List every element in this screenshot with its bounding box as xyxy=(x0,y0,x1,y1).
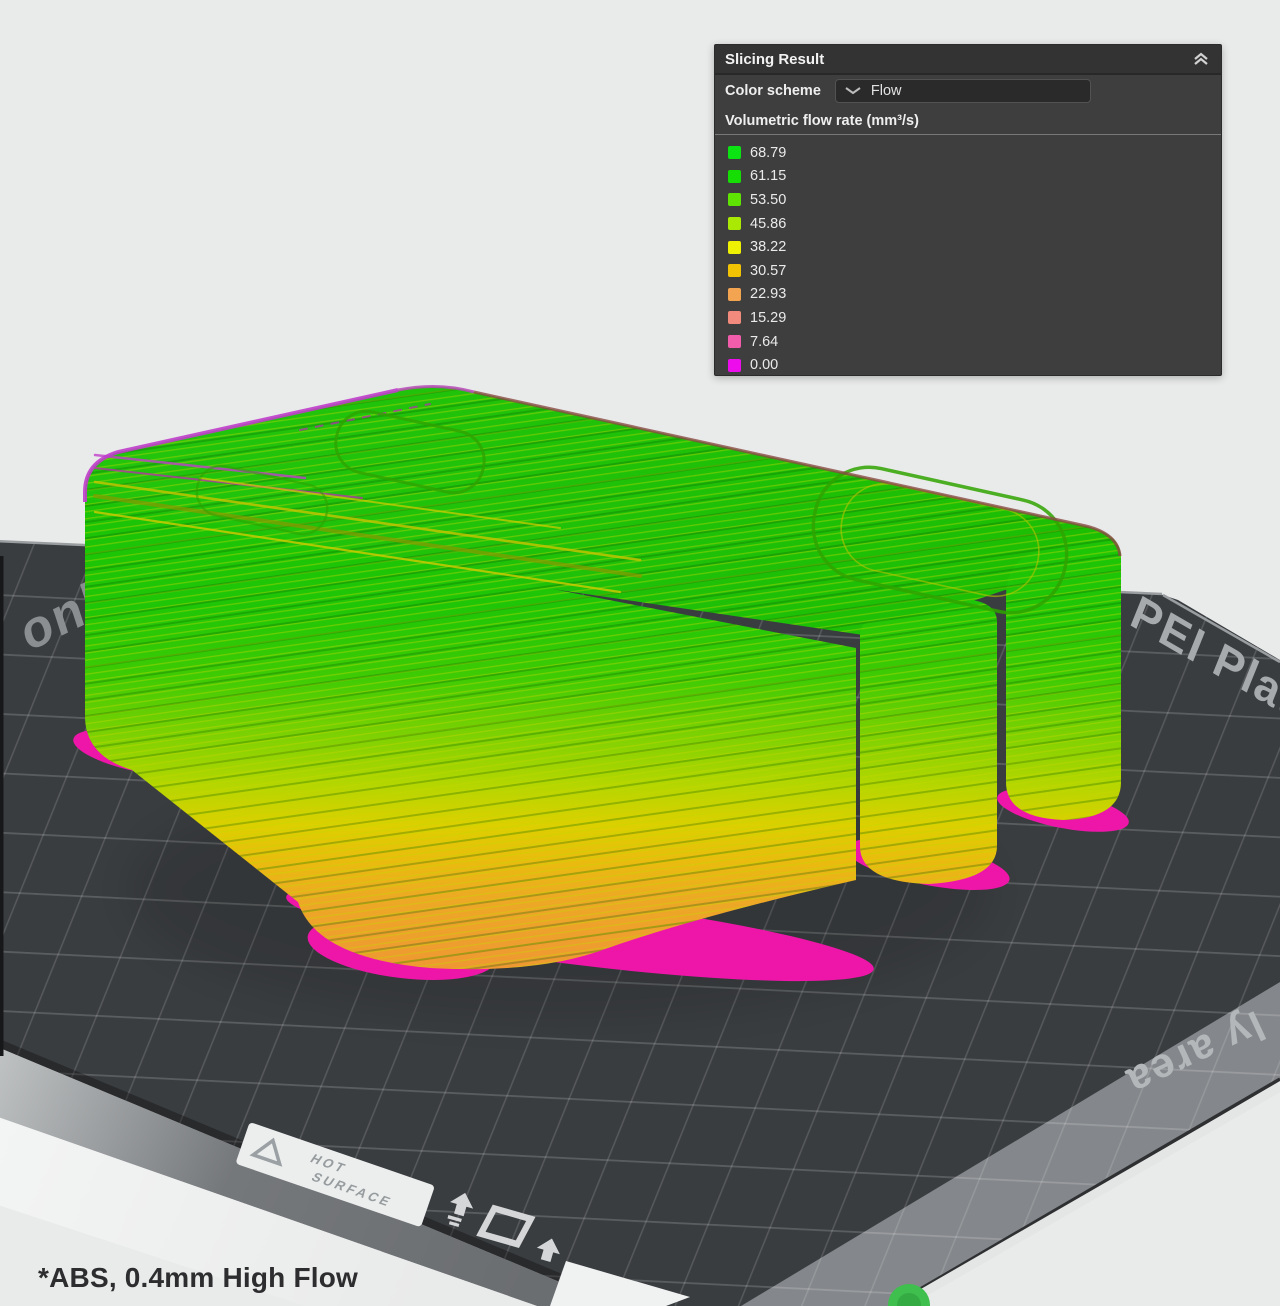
panel-title: Slicing Result xyxy=(725,51,824,68)
color-scheme-label: Color scheme xyxy=(725,83,821,99)
panel-header: Slicing Result xyxy=(715,45,1221,75)
legend-swatch xyxy=(728,193,741,206)
legend-swatch xyxy=(728,241,741,254)
legend-swatch xyxy=(728,335,741,348)
slicing-result-panel: Slicing Result Color scheme Flow Volumet… xyxy=(714,44,1222,376)
chevron-down-icon xyxy=(845,86,861,96)
legend-row: 22.93 xyxy=(728,283,1221,307)
left-edge-sliver xyxy=(0,556,4,1056)
chevrons-up-icon xyxy=(1192,51,1210,67)
legend-list: 68.79 61.15 53.50 45.86 38.22 30.57 22.93 15.29… xyxy=(715,135,1221,377)
legend-value: 38.22 xyxy=(750,239,786,255)
legend-value: 45.86 xyxy=(750,216,786,232)
color-scheme-row: Color scheme Flow xyxy=(715,75,1221,107)
legend-row: 45.86 xyxy=(728,212,1221,236)
legend-swatch xyxy=(728,217,741,230)
legend-value: 22.93 xyxy=(750,286,786,302)
legend-value: 30.57 xyxy=(750,263,786,279)
material-caption: *ABS, 0.4mm High Flow xyxy=(38,1262,358,1294)
legend-row: 61.15 xyxy=(728,165,1221,189)
legend-row: 15.29 xyxy=(728,306,1221,330)
legend-row: 38.22 xyxy=(728,235,1221,259)
legend-swatch xyxy=(728,288,741,301)
collapse-panel-button[interactable] xyxy=(1191,50,1211,68)
color-scheme-value: Flow xyxy=(871,83,902,99)
legend-value: 61.15 xyxy=(750,168,786,184)
legend-swatch xyxy=(728,311,741,324)
legend-value: 7.64 xyxy=(750,334,778,350)
legend-swatch xyxy=(728,264,741,277)
legend-value: 68.79 xyxy=(750,145,786,161)
legend-row: 0.00 xyxy=(728,353,1221,377)
legend-row: 53.50 xyxy=(728,188,1221,212)
legend-swatch xyxy=(728,146,741,159)
legend-swatch xyxy=(728,359,741,372)
legend-value: 15.29 xyxy=(750,310,786,326)
legend-row: 30.57 xyxy=(728,259,1221,283)
legend-value: 53.50 xyxy=(750,192,786,208)
legend-row: 68.79 xyxy=(728,141,1221,165)
color-scheme-dropdown[interactable]: Flow xyxy=(835,79,1091,103)
legend-value: 0.00 xyxy=(750,357,778,373)
legend-title: Volumetric flow rate (mm³/s) xyxy=(715,107,1221,135)
legend-swatch xyxy=(728,170,741,183)
legend-row: 7.64 xyxy=(728,330,1221,354)
